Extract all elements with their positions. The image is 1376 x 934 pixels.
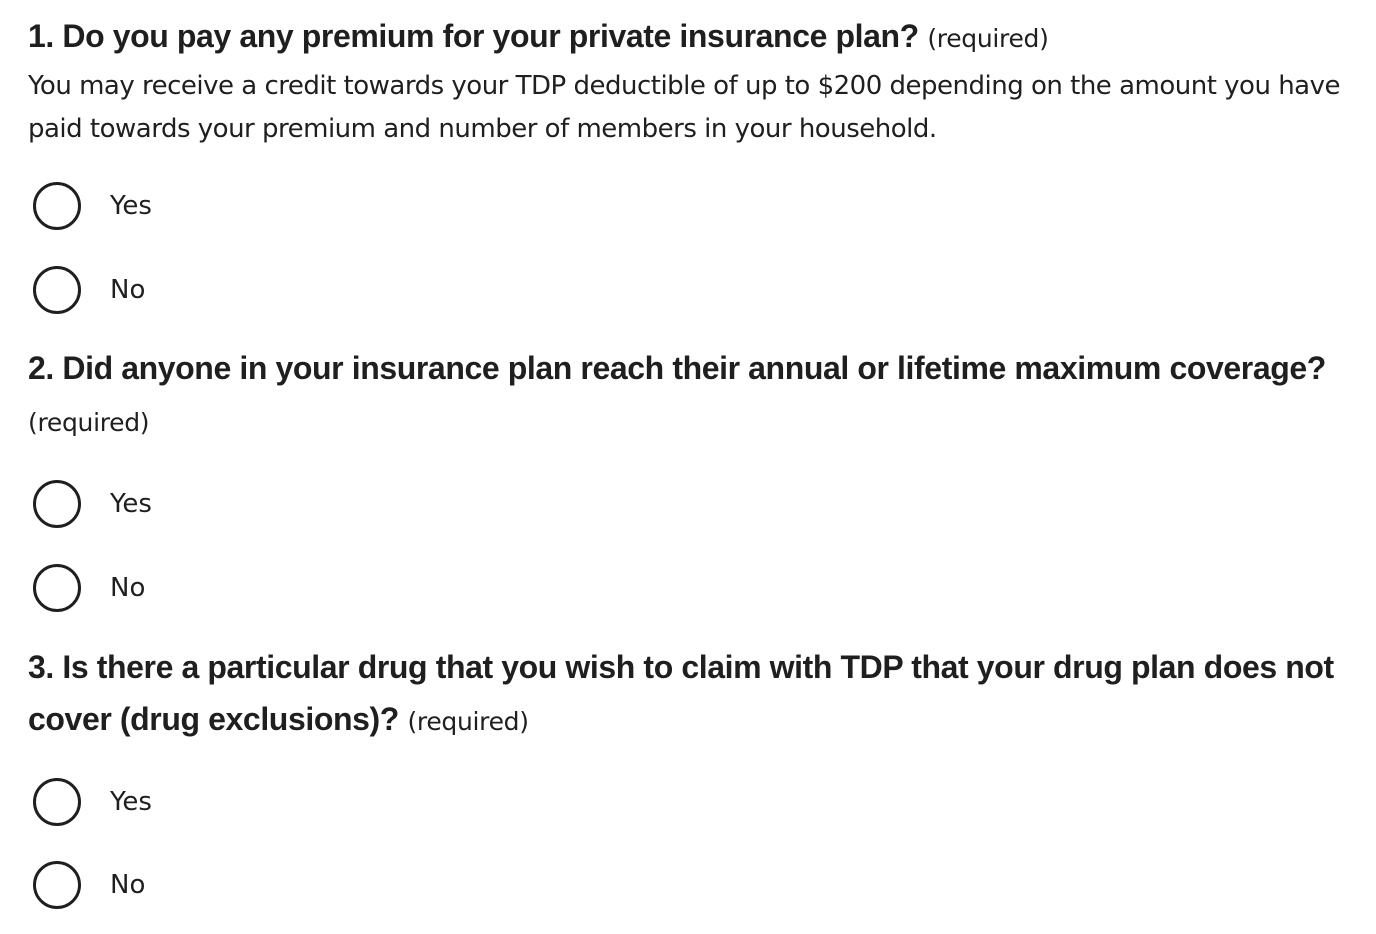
question-3: 3. Is there a particular drug that you w… (28, 641, 1368, 748)
question-1-heading: 1. Do you pay any premium for your priva… (28, 10, 1368, 65)
radio-button[interactable] (33, 480, 81, 528)
question-1-option-yes[interactable]: Yes (28, 178, 152, 234)
question-3-option-no[interactable]: No (28, 857, 152, 913)
option-label: Yes (110, 787, 152, 817)
option-label: No (110, 275, 146, 305)
question-3-title: 3. Is there a particular drug that you w… (28, 649, 1334, 737)
question-2-option-no[interactable]: No (28, 560, 152, 616)
question-1-options: Yes No (28, 178, 152, 318)
option-label: No (110, 573, 146, 603)
question-1-hint: You may receive a credit towards your TD… (28, 71, 1340, 144)
question-2-title: 2. Did anyone in your insurance plan rea… (28, 350, 1326, 386)
question-1: 1. Do you pay any premium for your priva… (28, 10, 1368, 151)
radio-button[interactable] (33, 564, 81, 612)
question-2-option-yes[interactable]: Yes (28, 476, 152, 532)
option-label: Yes (110, 489, 152, 519)
question-3-options: Yes No (28, 774, 152, 913)
option-label: No (110, 870, 146, 900)
question-2: 2. Did anyone in your insurance plan rea… (28, 342, 1368, 449)
question-2-options: Yes No (28, 476, 152, 616)
radio-button[interactable] (33, 861, 81, 909)
radio-button[interactable] (33, 182, 81, 230)
question-3-heading: 3. Is there a particular drug that you w… (28, 641, 1368, 748)
radio-button[interactable] (33, 778, 81, 826)
question-3-required: (required) (407, 707, 529, 736)
question-1-title: 1. Do you pay any premium for your priva… (28, 18, 919, 54)
question-1-option-no[interactable]: No (28, 262, 152, 318)
radio-button[interactable] (33, 266, 81, 314)
question-1-required: (required) (927, 24, 1049, 53)
question-3-option-yes[interactable]: Yes (28, 774, 152, 830)
question-2-required: (required) (28, 408, 150, 437)
question-2-heading: 2. Did anyone in your insurance plan rea… (28, 342, 1368, 449)
option-label: Yes (110, 191, 152, 221)
